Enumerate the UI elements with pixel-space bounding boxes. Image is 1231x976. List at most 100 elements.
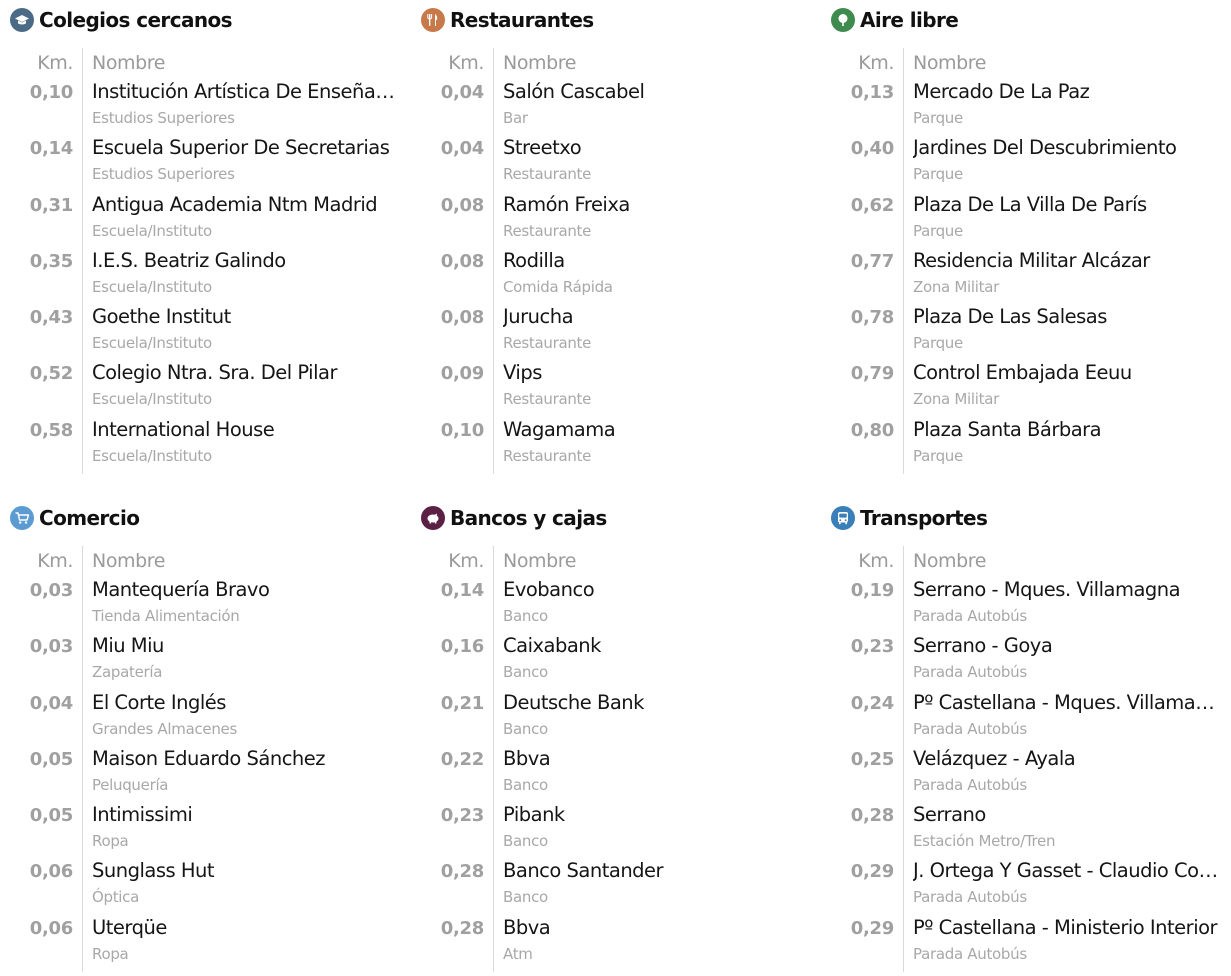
table-row[interactable]: 0,28 Bbva Atm: [411, 914, 811, 970]
places-table: Km. Nombre 0,14 Evobanco Banco 0,16 Caixaban…: [411, 546, 811, 973]
place-name[interactable]: Pº Castellana - Ministerio Interior: [913, 916, 1221, 940]
table-row[interactable]: 0,52 Colegio Ntra. Sra. Del Pilar Escuela/…: [0, 359, 400, 415]
place-cell: Serrano - Mques. Villamagna Parada Autobú…: [903, 576, 1221, 632]
distance-km: 0,22: [440, 748, 485, 770]
table-row[interactable]: 0,19 Serrano - Mques. Villamagna Parada Au…: [821, 576, 1221, 632]
distance-km: 0,21: [440, 692, 485, 714]
section-title: Comercio: [39, 506, 140, 530]
place-name[interactable]: Caixabank: [503, 634, 811, 658]
place-name[interactable]: Institución Artística De Enseñanz...: [92, 80, 400, 104]
table-row[interactable]: 0,23 Serrano - Goya Parada Autobús: [821, 632, 1221, 688]
place-name[interactable]: Velázquez - Ayala: [913, 747, 1221, 771]
table-row[interactable]: 0,13 Mercado De La Paz Parque: [821, 78, 1221, 134]
table-row[interactable]: 0,08 Rodilla Comida Rápida: [411, 247, 811, 303]
place-name[interactable]: Goethe Institut: [92, 305, 400, 329]
place-name[interactable]: Salón Cascabel: [503, 80, 811, 104]
place-name[interactable]: Jurucha: [503, 305, 811, 329]
table-row[interactable]: 0,14 Escuela Superior De Secretarias Estud…: [0, 134, 400, 190]
place-name[interactable]: Maison Eduardo Sánchez: [92, 747, 400, 771]
place-name[interactable]: Wagamama: [503, 418, 811, 442]
table-row[interactable]: 0,10 Wagamama Restaurante: [411, 416, 811, 472]
place-type: Bar: [503, 109, 528, 127]
table-row[interactable]: 0,25 Velázquez - Ayala Parada Autobús: [821, 745, 1221, 801]
table-row[interactable]: 0,08 Jurucha Restaurante: [411, 303, 811, 359]
place-name[interactable]: Bbva: [503, 916, 811, 940]
place-name[interactable]: J. Ortega Y Gasset - Claudio Coel...: [913, 859, 1221, 883]
place-name[interactable]: Serrano - Goya: [913, 634, 1221, 658]
table-row[interactable]: 0,58 International House Escuela/Instituto: [0, 416, 400, 472]
place-name[interactable]: Pibank: [503, 803, 811, 827]
place-cell: Deutsche Bank Banco: [493, 689, 811, 745]
place-cell: Miu Miu Zapatería: [82, 632, 400, 688]
table-row[interactable]: 0,04 Streetxo Restaurante: [411, 134, 811, 190]
place-name[interactable]: Antigua Academia Ntm Madrid: [92, 193, 400, 217]
place-name[interactable]: Jardines Del Descubrimiento: [913, 136, 1221, 160]
distance-km: 0,06: [29, 861, 74, 883]
table-row[interactable]: 0,35 I.E.S. Beatriz Galindo Escuela/Instit…: [0, 247, 400, 303]
table-row[interactable]: 0,08 Ramón Freixa Restaurante: [411, 191, 811, 247]
table-row[interactable]: 0,62 Plaza De La Villa De París Parque: [821, 191, 1221, 247]
place-type: Restaurante: [503, 165, 592, 184]
table-row[interactable]: 0,06 Sunglass Hut Óptica: [0, 857, 400, 913]
table-row[interactable]: 0,79 Control Embajada Eeuu Zona Militar: [821, 359, 1221, 415]
place-name[interactable]: Rodilla: [503, 249, 811, 273]
place-name[interactable]: Bbva: [503, 747, 811, 771]
name-column-header: Nombre: [92, 550, 166, 572]
place-name[interactable]: Streetxo: [503, 136, 811, 160]
place-name[interactable]: Miu Miu: [92, 634, 400, 658]
distance-km: 0,58: [29, 419, 74, 441]
place-name[interactable]: Control Embajada Eeuu: [913, 361, 1221, 385]
place-name[interactable]: Deutsche Bank: [503, 691, 811, 715]
table-row[interactable]: 0,22 Bbva Banco: [411, 745, 811, 801]
table-row[interactable]: 0,28 Serrano Estación Metro/Tren: [821, 801, 1221, 857]
table-row[interactable]: 0,24 Pº Castellana - Mques. Villamagn... P…: [821, 689, 1221, 745]
place-name[interactable]: Vips: [503, 361, 811, 385]
table-row[interactable]: 0,78 Plaza De Las Salesas Parque: [821, 303, 1221, 359]
table-row[interactable]: 0,05 Intimissimi Ropa: [0, 801, 400, 857]
place-name[interactable]: Plaza Santa Bárbara: [913, 418, 1221, 442]
table-row[interactable]: 0,03 Miu Miu Zapatería: [0, 632, 400, 688]
distance-km: 0,77: [850, 250, 895, 272]
place-type: Comida Rápida: [503, 277, 613, 296]
place-name[interactable]: Serrano: [913, 803, 1221, 827]
place-name[interactable]: Serrano - Mques. Villamagna: [913, 578, 1221, 602]
place-type: Peluquería: [92, 775, 169, 794]
place-name[interactable]: Plaza De La Villa De París: [913, 193, 1221, 217]
place-name[interactable]: Evobanco: [503, 578, 811, 602]
table-row[interactable]: 0,03 Mantequería Bravo Tienda Alimentación: [0, 576, 400, 632]
table-row[interactable]: 0,05 Maison Eduardo Sánchez Peluquería: [0, 745, 400, 801]
place-name[interactable]: Plaza De Las Salesas: [913, 305, 1221, 329]
place-name[interactable]: Intimissimi: [92, 803, 400, 827]
table-row[interactable]: 0,06 Uterqüe Ropa: [0, 914, 400, 970]
place-name[interactable]: Residencia Militar Alcázar: [913, 249, 1221, 273]
place-name[interactable]: Sunglass Hut: [92, 859, 400, 883]
table-row[interactable]: 0,43 Goethe Institut Escuela/Instituto: [0, 303, 400, 359]
table-row[interactable]: 0,14 Evobanco Banco: [411, 576, 811, 632]
place-name[interactable]: Colegio Ntra. Sra. Del Pilar: [92, 361, 400, 385]
table-row[interactable]: 0,80 Plaza Santa Bárbara Parque: [821, 416, 1221, 472]
place-name[interactable]: El Corte Inglés: [92, 691, 400, 715]
place-name[interactable]: Mercado De La Paz: [913, 80, 1221, 104]
place-name[interactable]: International House: [92, 418, 400, 442]
place-name[interactable]: Pº Castellana - Mques. Villamagn...: [913, 691, 1221, 715]
place-name[interactable]: Banco Santander: [503, 859, 811, 883]
table-row[interactable]: 0,28 Banco Santander Banco: [411, 857, 811, 913]
table-row[interactable]: 0,77 Residencia Militar Alcázar Zona Milit…: [821, 247, 1221, 303]
table-row[interactable]: 0,40 Jardines Del Descubrimiento Parque: [821, 134, 1221, 190]
table-row[interactable]: 0,04 Salón Cascabel Bar: [411, 78, 811, 134]
table-row[interactable]: 0,31 Antigua Academia Ntm Madrid Escuela/I…: [0, 191, 400, 247]
place-name[interactable]: Ramón Freixa: [503, 193, 811, 217]
table-row[interactable]: 0,21 Deutsche Bank Banco: [411, 689, 811, 745]
table-row[interactable]: 0,04 El Corte Inglés Grandes Almacenes: [0, 689, 400, 745]
table-row[interactable]: 0,09 Vips Restaurante: [411, 359, 811, 415]
place-name[interactable]: Mantequería Bravo: [92, 578, 400, 602]
table-row[interactable]: 0,16 Caixabank Banco: [411, 632, 811, 688]
table-row[interactable]: 0,23 Pibank Banco: [411, 801, 811, 857]
place-name[interactable]: I.E.S. Beatriz Galindo: [92, 249, 400, 273]
table-row[interactable]: 0,29 Pº Castellana - Ministerio Interior P…: [821, 914, 1221, 970]
place-name[interactable]: Escuela Superior De Secretarias: [92, 136, 400, 160]
table-row[interactable]: 0,29 J. Ortega Y Gasset - Claudio Coel...…: [821, 857, 1221, 913]
place-cell: Maison Eduardo Sánchez Peluquería: [82, 745, 400, 801]
place-name[interactable]: Uterqüe: [92, 916, 400, 940]
table-row[interactable]: 0,10 Institución Artística De Enseñanz...…: [0, 78, 400, 134]
